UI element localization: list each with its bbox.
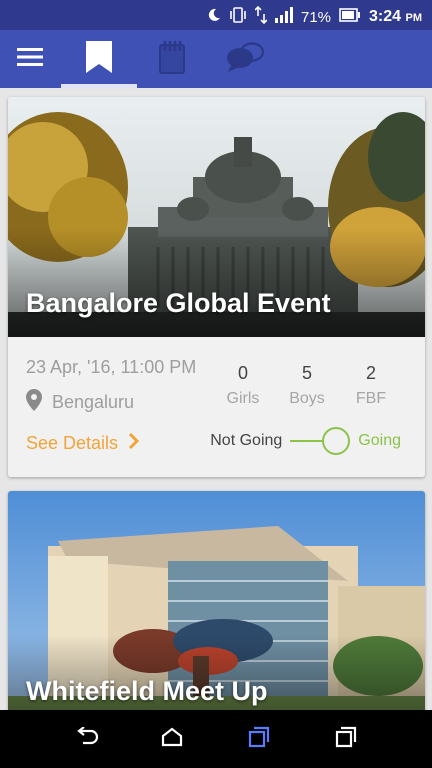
- chevron-right-icon: [128, 432, 140, 455]
- event-hero-image: Bangalore Global Event: [8, 97, 425, 337]
- stat-label: FBF: [355, 390, 387, 407]
- event-title: Whitefield Meet Up: [26, 676, 268, 706]
- tab-chat[interactable]: [207, 30, 283, 88]
- clock: 3:24 PM: [369, 8, 422, 26]
- event-location: Bengaluru: [26, 389, 134, 416]
- battery-icon: [339, 8, 361, 26]
- event-hero-image: Whitefield Meet Up: [8, 491, 425, 710]
- home-button[interactable]: [157, 724, 187, 754]
- clock-time: 3:24: [369, 8, 402, 25]
- chat-bubbles-icon: [225, 40, 265, 79]
- hamburger-menu-icon: [17, 47, 43, 72]
- stat-label: Girls: [226, 390, 260, 407]
- tab-notes[interactable]: [134, 30, 210, 88]
- status-bar: 71% 3:24 PM: [0, 0, 432, 30]
- attendee-stats: 0 Girls 5 Boys 2 FBF: [211, 363, 403, 408]
- notes-icon: [156, 39, 188, 80]
- data-transfer-icon: [254, 5, 268, 28]
- event-date: 23 Apr, '16, 11:00 PM: [26, 357, 197, 377]
- clock-suffix: PM: [405, 12, 423, 24]
- back-button[interactable]: [72, 724, 102, 754]
- tab-bookmarks[interactable]: [61, 30, 137, 88]
- location-pin-icon: [26, 389, 42, 416]
- event-card[interactable]: Whitefield Meet Up: [8, 491, 425, 710]
- stat-label: Boys: [289, 390, 325, 407]
- battery-percent: 71%: [300, 8, 332, 26]
- vibrate-icon: [229, 7, 247, 27]
- see-details-label: See Details: [26, 433, 119, 453]
- recents-icon: [335, 726, 357, 753]
- signal-icon: [274, 7, 293, 27]
- switch-thumb[interactable]: [322, 427, 351, 455]
- back-icon: [75, 725, 99, 752]
- home-icon: [161, 727, 183, 752]
- going-label: Going: [358, 432, 401, 449]
- events-list[interactable]: Bangalore Global Event 23 Apr, '16, 11:0…: [0, 88, 432, 710]
- bookmark-icon: [84, 39, 114, 80]
- going-switch[interactable]: [290, 427, 351, 455]
- event-location-text: Bengaluru: [52, 392, 135, 412]
- event-card[interactable]: Bangalore Global Event 23 Apr, '16, 11:0…: [8, 97, 425, 477]
- split-screen-icon: [248, 726, 270, 753]
- event-title: Bangalore Global Event: [26, 288, 331, 318]
- moon-icon: [207, 8, 221, 26]
- stat-girls: 0 Girls: [211, 363, 275, 408]
- stat-value: 5: [301, 363, 312, 383]
- see-details-link[interactable]: See Details: [26, 432, 140, 455]
- menu-button[interactable]: [0, 30, 60, 88]
- rsvp-toggle[interactable]: Not Going Going: [210, 427, 401, 455]
- system-nav-bar: [0, 710, 432, 768]
- stat-boys: 5 Boys: [275, 363, 339, 408]
- stat-value: 2: [365, 363, 376, 383]
- app-switch-button[interactable]: [244, 724, 274, 754]
- not-going-label: Not Going: [210, 432, 283, 449]
- recents-button[interactable]: [331, 724, 361, 754]
- app-toolbar: [0, 30, 432, 88]
- stat-value: 0: [237, 363, 248, 383]
- stat-fbf: 2 FBF: [339, 363, 403, 408]
- event-details: 23 Apr, '16, 11:00 PM Bengaluru 0 Girls …: [8, 337, 425, 477]
